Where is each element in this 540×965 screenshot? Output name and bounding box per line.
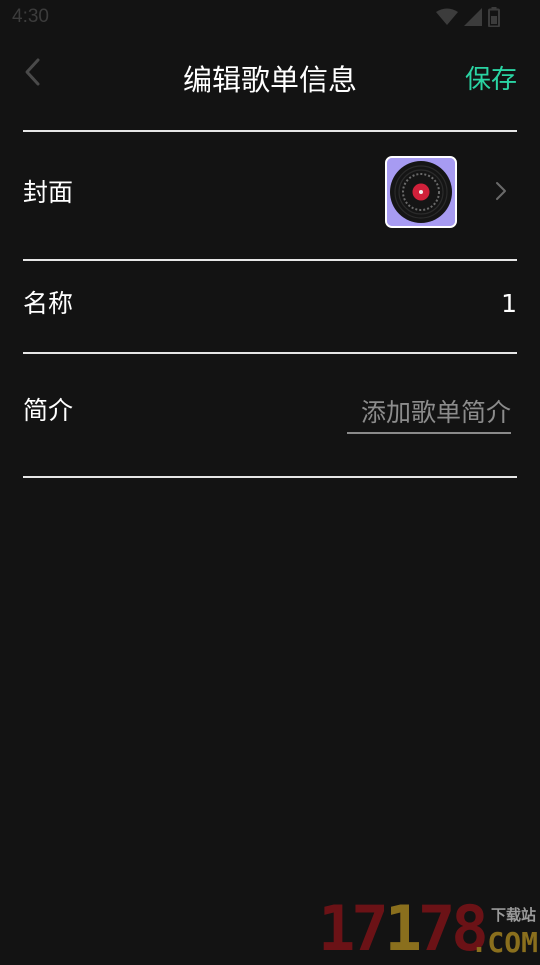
cover-row[interactable]: 封面 [23, 133, 517, 259]
watermark-subtitle: 下载站 [490, 906, 536, 924]
cellular-signal-icon [464, 8, 482, 26]
status-icons [436, 7, 500, 27]
watermark-domain: .COM [470, 926, 538, 959]
watermark-logo: 17178 下载站 .COM [316, 898, 540, 960]
name-value[interactable]: 1 [501, 287, 517, 321]
name-row[interactable]: 名称 1 [23, 261, 517, 352]
name-label: 名称 [23, 289, 74, 318]
divider-top [23, 130, 517, 132]
cover-label: 封面 [23, 178, 74, 207]
battery-icon [488, 7, 500, 27]
watermark-digits-part-1: 17 [318, 892, 389, 965]
watermark-digits-part-2: 1 [384, 892, 422, 965]
intro-row: 简介 [23, 354, 517, 476]
watermark-digits: 17178 [318, 898, 489, 960]
status-bar: 4:30 [0, 0, 540, 36]
intro-input[interactable] [347, 392, 511, 434]
save-button[interactable]: 保存 [465, 62, 517, 98]
vinyl-record-icon [387, 158, 455, 226]
chevron-right-icon [493, 179, 509, 203]
status-time: 4:30 [12, 6, 49, 27]
wifi-icon [436, 8, 458, 26]
app-bar: 编辑歌单信息 保存 [0, 40, 540, 120]
page-title: 编辑歌单信息 [182, 63, 357, 97]
intro-label: 简介 [23, 396, 74, 425]
divider-intro [23, 476, 517, 478]
cover-image[interactable] [385, 156, 457, 228]
